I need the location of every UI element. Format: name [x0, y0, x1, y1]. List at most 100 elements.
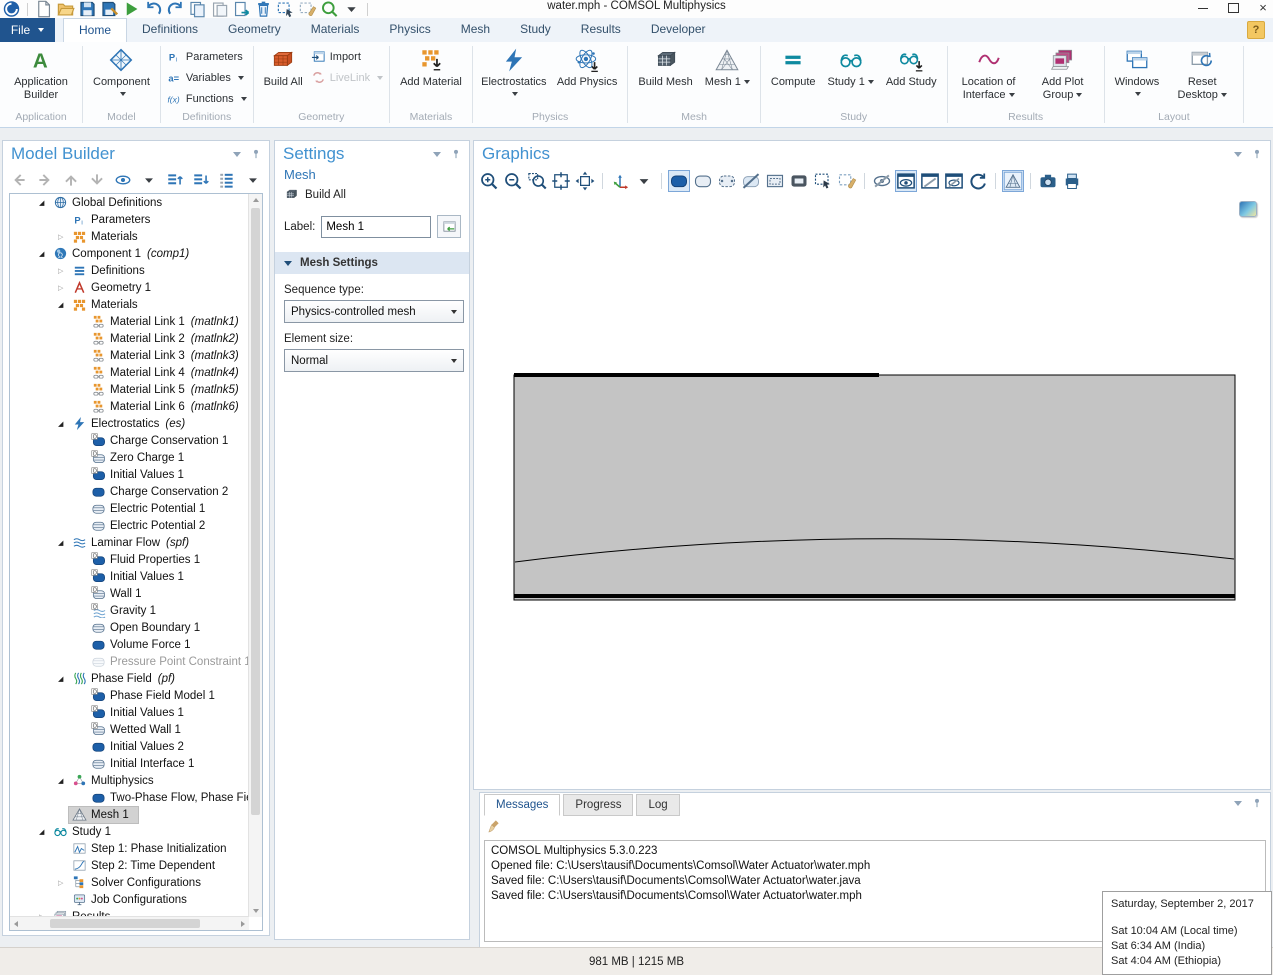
graphics-toolbar-icon[interactable] [995, 173, 996, 189]
search-caret-icon[interactable] [342, 1, 361, 17]
select-boundaries-icon[interactable] [692, 170, 714, 192]
livelink-button[interactable]: LiveLink [311, 69, 383, 86]
tree-item[interactable]: Step 1: Phase Initialization [10, 840, 249, 857]
new-file-icon[interactable] [34, 1, 53, 17]
panel-menu-icon[interactable] [233, 152, 241, 157]
deselect-icon[interactable] [740, 170, 762, 192]
delete-icon[interactable] [254, 1, 273, 17]
tree-item[interactable]: Geometry 1 [10, 279, 249, 296]
deselect-brush-icon[interactable] [836, 170, 858, 192]
tree-expander[interactable] [39, 199, 50, 207]
tree-item[interactable]: Initial Values 1 [10, 568, 249, 585]
tree-expander[interactable] [58, 284, 69, 292]
plot-thumbnail-icon[interactable] [1239, 201, 1257, 217]
tree-expander[interactable] [58, 777, 69, 785]
tree-item[interactable]: Initial Values 1 [10, 466, 249, 483]
view-orientation-icon[interactable] [609, 170, 631, 192]
pin-icon[interactable] [1252, 148, 1262, 160]
electrostatics-button[interactable]: Electrostatics [479, 44, 549, 99]
build-mesh-button[interactable]: Build Mesh [634, 44, 696, 92]
nodes-caret-icon[interactable] [243, 170, 263, 190]
select-domains-icon[interactable] [668, 170, 690, 192]
study-1-button[interactable]: Study 1 [824, 44, 878, 92]
help-button[interactable]: ? [1247, 21, 1265, 39]
compute-button[interactable]: Compute [767, 44, 820, 92]
tree-item[interactable]: Two-Phase Flow, Phase Field [10, 789, 249, 806]
file-menu-button[interactable]: File [0, 18, 55, 42]
snapshot-icon[interactable] [1037, 170, 1059, 192]
horizontal-scrollbar[interactable] [10, 916, 249, 930]
location-of-interface-button[interactable]: Location of Interface [954, 44, 1024, 104]
tree-item[interactable]: Initial Interface 1 [10, 755, 249, 772]
qa-icon[interactable] [367, 3, 368, 16]
tree-item[interactable]: Study 1 [10, 823, 249, 840]
view-hidden-icon[interactable] [919, 170, 941, 192]
tree-item[interactable]: Solver Configurations [10, 874, 249, 891]
pin-icon[interactable] [1252, 797, 1262, 809]
import-button[interactable]: Import [311, 48, 383, 65]
move-up-icon[interactable] [61, 170, 81, 190]
ribbon-tab[interactable]: Mesh [446, 18, 505, 41]
messages-tab[interactable]: Messages [484, 794, 560, 816]
model-tree-nodes-icon[interactable] [217, 170, 237, 190]
graphics-toolbar-icon[interactable] [864, 173, 865, 189]
go-forward-icon[interactable] [35, 170, 55, 190]
tree-item[interactable]: Phase Field (pf) [10, 670, 249, 687]
qa-icon[interactable] [27, 3, 28, 16]
search-icon[interactable] [320, 1, 339, 17]
tree-item[interactable]: Gravity 1 [10, 602, 249, 619]
mesh-settings-section[interactable]: Mesh Settings [275, 252, 469, 274]
mesh-label-input[interactable] [321, 216, 431, 238]
tree-item[interactable]: Material Link 2 (matlnk2) [10, 330, 249, 347]
tree-item[interactable]: Parameters [10, 211, 249, 228]
ribbon-tab[interactable]: Home [63, 18, 127, 42]
variables-button[interactable]: Variables [167, 69, 247, 86]
graphics-toolbar-icon[interactable] [661, 173, 662, 189]
tree-expander[interactable] [58, 879, 69, 887]
tree-item[interactable]: Material Link 5 (matlnk5) [10, 381, 249, 398]
reset-hiding-icon[interactable] [967, 170, 989, 192]
tree-item[interactable]: Materials [10, 228, 249, 245]
ribbon-tab[interactable]: Developer [636, 18, 721, 41]
tree-item[interactable]: Fluid Properties 1 [10, 551, 249, 568]
copy-icon[interactable] [188, 1, 207, 17]
ribbon-tab[interactable]: Physics [374, 18, 445, 41]
build-all-action[interactable]: Build All [275, 184, 469, 205]
tree-item[interactable]: Multiphysics [10, 772, 249, 789]
ribbon-tab[interactable]: Study [505, 18, 566, 41]
go-back-icon[interactable] [9, 170, 29, 190]
ribbon-tab[interactable]: Geometry [213, 18, 296, 41]
select-all-icon[interactable] [788, 170, 810, 192]
zoom-box-icon[interactable] [526, 170, 548, 192]
tree-item[interactable]: Pressure Point Constraint 1 [10, 653, 249, 670]
reset-desktop-button[interactable]: Reset Desktop [1167, 44, 1237, 104]
rename-button[interactable] [437, 215, 461, 238]
tree-item[interactable]: Charge Conservation 2 [10, 483, 249, 500]
tree-item[interactable]: Zero Charge 1 [10, 449, 249, 466]
ribbon-tab[interactable]: Materials [296, 18, 375, 41]
sequence-type-select[interactable]: Physics-controlled mesh [284, 300, 464, 323]
zoom-out-icon[interactable] [502, 170, 524, 192]
pin-icon[interactable] [251, 148, 261, 160]
mesh-1-button[interactable]: Mesh 1 [701, 44, 754, 92]
duplicate-icon[interactable] [232, 1, 251, 17]
show-icon[interactable] [113, 170, 133, 190]
component-button[interactable]: Component [89, 44, 154, 99]
redo-icon[interactable] [166, 1, 185, 17]
graphics-toolbar-icon[interactable] [602, 173, 603, 189]
ribbon-tab[interactable]: Definitions [127, 18, 213, 41]
tree-expander[interactable] [58, 539, 69, 547]
view-unhidden-icon[interactable] [895, 170, 917, 192]
ribbon-tab[interactable]: Results [566, 18, 636, 41]
view-orientation-caret-icon[interactable] [633, 170, 655, 192]
select-box-icon[interactable] [276, 1, 295, 17]
move-down-icon[interactable] [87, 170, 107, 190]
show-mesh-icon[interactable] [1002, 170, 1024, 192]
tree-item[interactable]: Electric Potential 2 [10, 517, 249, 534]
tree-item[interactable]: Mesh 1 [10, 806, 249, 823]
print-icon[interactable] [1061, 170, 1083, 192]
panel-menu-icon[interactable] [1234, 801, 1242, 806]
clear-selection-icon[interactable] [298, 1, 317, 17]
tree-item[interactable]: Materials [10, 296, 249, 313]
tree-item[interactable]: Laminar Flow (spf) [10, 534, 249, 551]
